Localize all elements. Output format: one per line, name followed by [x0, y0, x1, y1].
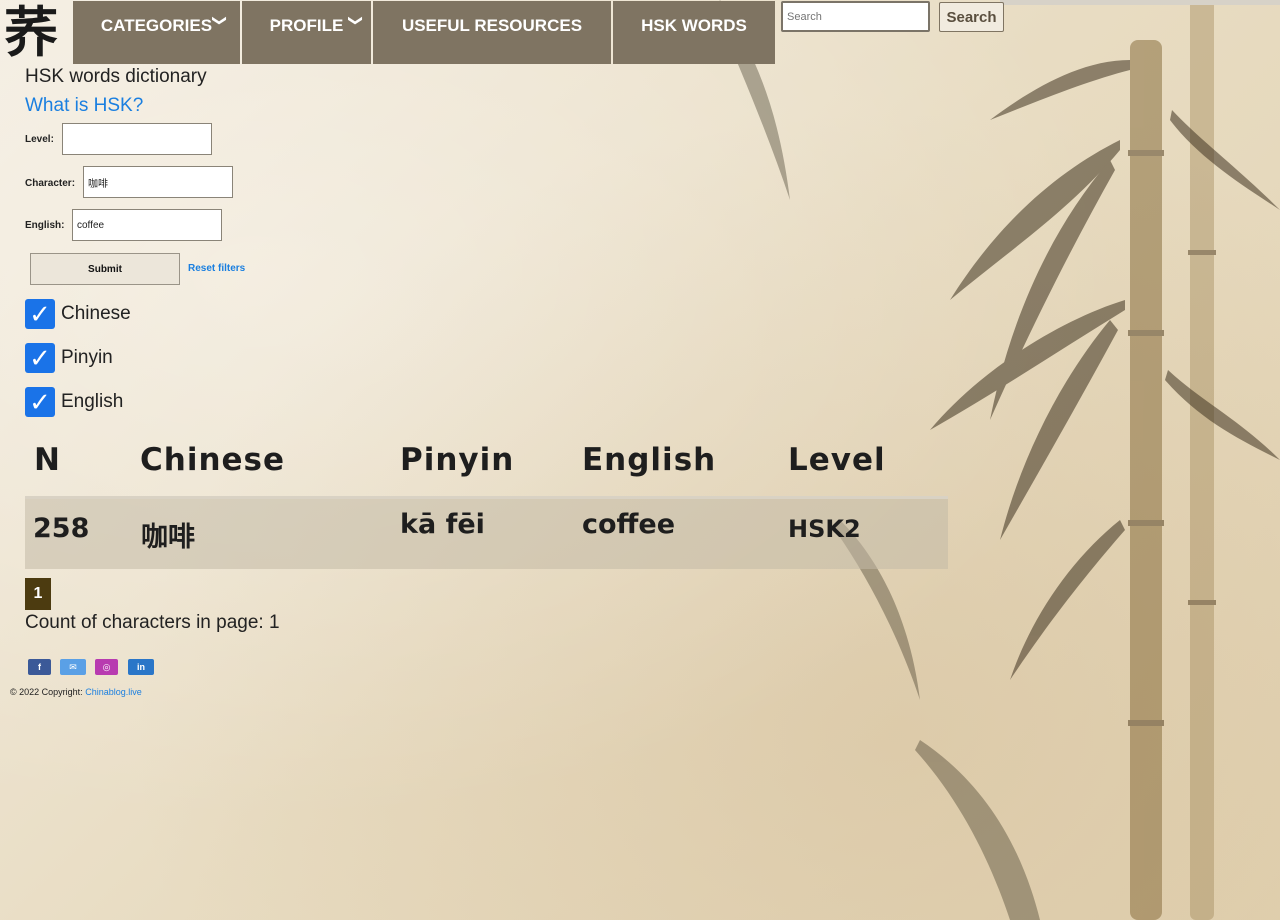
cell-pinyin: kā fēi [400, 509, 485, 540]
pagination-page-1[interactable]: 1 [25, 578, 51, 610]
level-field[interactable] [62, 123, 212, 155]
column-header-level: Level [788, 442, 886, 478]
column-header-pinyin: Pinyin [400, 442, 515, 478]
page-title: HSK words dictionary [25, 66, 207, 87]
wechat-icon[interactable]: ✉ [60, 659, 86, 675]
table-header-row: N Chinese Pinyin English Level [25, 428, 948, 499]
count-text: Count of characters in page: 1 [25, 612, 280, 633]
english-label: English: [25, 220, 65, 231]
english-field-value: coffee [77, 219, 105, 231]
footer-copyright: © 2022 Copyright: Chinablog.live [10, 687, 142, 697]
nav-item-label: HSK WORDS [641, 15, 747, 35]
toggle-chinese[interactable]: ✓ Chinese [25, 299, 131, 329]
facebook-icon[interactable]: f [28, 659, 51, 675]
column-header-chinese: Chinese [140, 442, 286, 478]
instagram-icon[interactable]: ◎ [95, 659, 118, 675]
character-label: Character: [25, 178, 76, 189]
chinablog-link[interactable]: Chinablog.live [85, 687, 142, 697]
words-table: N Chinese Pinyin English Level 258 咖啡 kā… [25, 428, 948, 569]
cell-level: HSK2 [788, 515, 861, 543]
toggle-label: English [61, 391, 124, 412]
cell-number: 258 [33, 513, 90, 544]
toggle-label: Chinese [61, 303, 131, 324]
site-logo[interactable]: 荞 [0, 0, 62, 64]
character-field[interactable]: 咖啡 [83, 166, 233, 198]
chevron-down-icon: ❯ [212, 14, 229, 27]
nav-item-label: USEFUL RESOURCES [401, 15, 583, 35]
checkbox-checked-icon[interactable]: ✓ [25, 299, 55, 329]
table-row: 258 咖啡 kā fēi coffee HSK2 [25, 499, 948, 569]
toggle-label: Pinyin [61, 347, 113, 368]
cell-english: coffee [582, 509, 676, 540]
nav-item-categories[interactable]: CATEGORIES ❯ [73, 1, 240, 64]
nav-divider [1000, 0, 1280, 5]
nav-item-hsk-words[interactable]: HSK WORDS [613, 1, 775, 64]
english-field[interactable]: coffee [72, 209, 222, 241]
submit-button[interactable]: Submit [30, 253, 180, 285]
nav-item-useful-resources[interactable]: USEFUL RESOURCES [373, 1, 611, 64]
copyright-text: © 2022 Copyright: [10, 687, 83, 697]
linkedin-icon[interactable]: in [128, 659, 154, 675]
cell-chinese: 咖啡 [141, 522, 195, 553]
checkbox-checked-icon[interactable]: ✓ [25, 343, 55, 373]
nav-item-label: CATEGORIES [100, 15, 213, 35]
character-field-value: 咖啡 [88, 178, 108, 190]
toggle-pinyin[interactable]: ✓ Pinyin [25, 343, 113, 373]
checkbox-checked-icon[interactable]: ✓ [25, 387, 55, 417]
nav-item-label: PROFILE [269, 15, 344, 35]
column-header-english: English [582, 442, 717, 478]
nav-item-profile[interactable]: PROFILE ❯ [242, 1, 371, 64]
level-label: Level: [25, 134, 54, 145]
top-navigation: 荞 CATEGORIES ❯ PROFILE ❯ USEFUL RESOURCE… [0, 0, 1280, 64]
reset-filters-link[interactable]: Reset filters [188, 263, 245, 274]
toggle-english[interactable]: ✓ English [25, 387, 123, 417]
logo-char: 荞 [4, 0, 58, 64]
column-header-n: N [34, 442, 61, 478]
what-is-hsk-link[interactable]: What is HSK? [25, 95, 143, 117]
search-input[interactable] [781, 1, 930, 32]
chevron-down-icon: ❯ [348, 14, 365, 27]
search-button[interactable]: Search [939, 2, 1004, 32]
